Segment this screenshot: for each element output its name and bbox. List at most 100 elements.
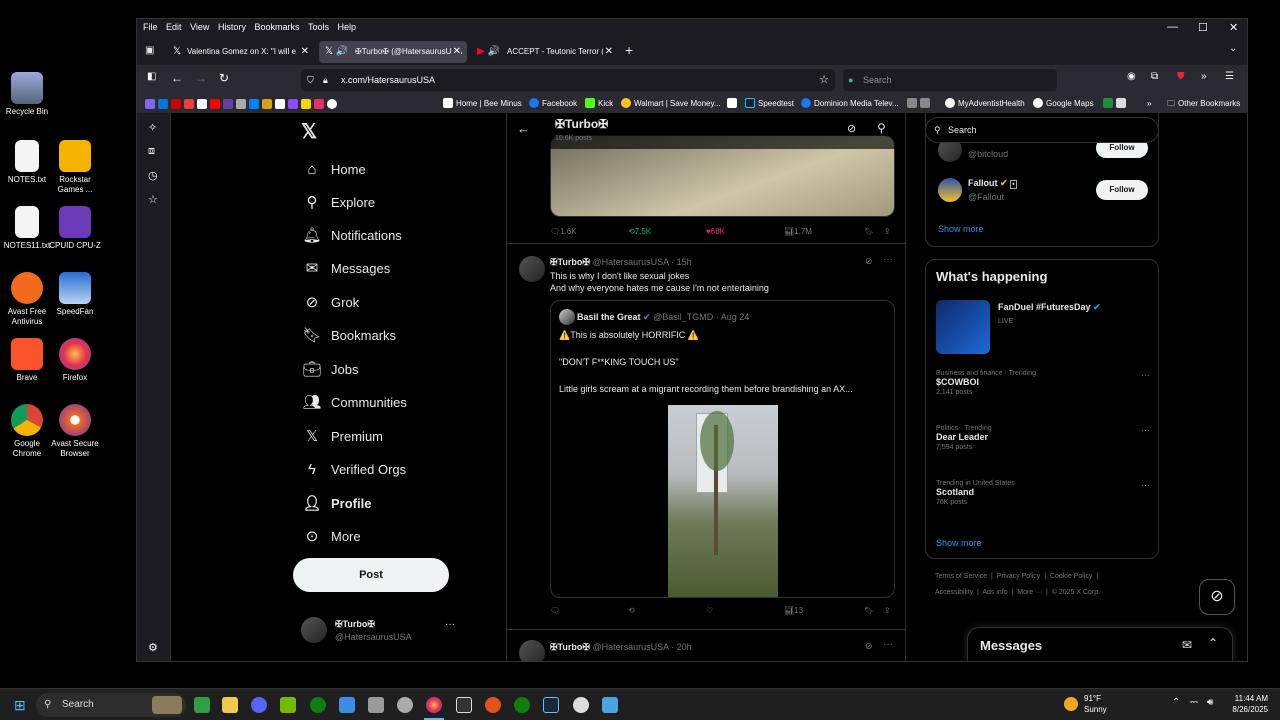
tray-overflow-icon[interactable]: ⌃: [1172, 697, 1180, 708]
xbox-app-icon[interactable]: [514, 697, 530, 713]
nav-profile[interactable]: 👤︎ Profile: [301, 489, 371, 517]
like-button[interactable]: ♡: [706, 606, 713, 615]
notes11-file-shortcut[interactable]: NOTES11.txt: [0, 206, 54, 251]
rocket-app-icon[interactable]: [339, 697, 355, 713]
lock-icon[interactable]: 🔒︎: [323, 69, 328, 91]
bookmark-favicon-icon[interactable]: [327, 99, 337, 109]
back-arrow-icon[interactable]: ←: [517, 121, 530, 136]
menu-help[interactable]: Help: [338, 19, 357, 35]
discord-icon[interactable]: [251, 697, 267, 713]
epic-games-icon[interactable]: [456, 697, 472, 713]
trend-item[interactable]: Trending in United States Scotland 76K p…: [936, 480, 1150, 506]
bookmark-favicon-icon[interactable]: [275, 99, 285, 109]
bookmark-walmart[interactable]: Walmart | Save Money...: [621, 97, 721, 111]
history-icon[interactable]: ◷: [148, 169, 158, 182]
reload-icon[interactable]: ↻: [219, 71, 229, 85]
bookmark-favicon-icon[interactable]: [158, 99, 168, 109]
more-dots-icon[interactable]: ···: [1141, 425, 1150, 435]
clock[interactable]: 11:44 AM 8/26/2025: [1226, 693, 1268, 715]
show-more-link[interactable]: Show more: [936, 538, 982, 548]
show-more-link[interactable]: Show more: [938, 224, 984, 234]
firefox-icon[interactable]: [426, 697, 442, 713]
repost-button[interactable]: ⟲ 7.5K: [628, 227, 651, 236]
share-icon[interactable]: ⇪: [884, 606, 891, 615]
bookmark-favicon-icon[interactable]: [236, 99, 246, 109]
bookmark-favicon-icon[interactable]: [288, 99, 298, 109]
nav-home[interactable]: ⌂ Home: [301, 155, 365, 183]
shield-icon[interactable]: ⛉: [307, 69, 314, 91]
ea-app-icon[interactable]: [485, 697, 501, 713]
footer-link[interactable]: Terms of Service: [935, 573, 987, 580]
nav-messages[interactable]: ✉ Messages: [301, 254, 391, 282]
nav-notifications[interactable]: 🔔︎ Notifications: [301, 221, 401, 249]
menu-bookmarks[interactable]: Bookmarks: [254, 19, 299, 35]
network-icon[interactable]: ⎓: [1190, 697, 1198, 708]
bookmark-google-maps[interactable]: Google Maps: [1033, 97, 1094, 111]
quote-media-video[interactable]: [668, 405, 778, 597]
url-bar[interactable]: ⛉ 🔒︎ x.com/HatersaurusUSA ☆: [301, 69, 835, 91]
footer-link[interactable]: More ···: [1017, 589, 1042, 596]
more-dots-icon[interactable]: ···: [1141, 370, 1150, 380]
footer-link[interactable]: Ads info: [982, 589, 1007, 596]
tab-overview-icon[interactable]: ▣: [145, 45, 154, 56]
like-button[interactable]: ♥ 68K: [706, 227, 725, 236]
desktop-app-icon[interactable]: [602, 697, 618, 713]
bookmark-favicon-icon[interactable]: [249, 99, 259, 109]
extensions-icon[interactable]: ⧉: [1151, 71, 1158, 82]
notes-file-shortcut[interactable]: NOTES.txt: [0, 140, 54, 185]
synced-tabs-icon[interactable]: ⧈: [148, 145, 155, 158]
minimize-icon[interactable]: —: [1167, 21, 1178, 33]
trend-item[interactable]: Business and finance · Trending $COWBOI …: [936, 370, 1150, 396]
weather-widget[interactable]: 91°F Sunny: [1084, 693, 1107, 715]
game-app-icon[interactable]: [368, 697, 384, 713]
windows-start-icon[interactable]: ⊞: [14, 697, 26, 714]
more-dots-icon[interactable]: ···: [883, 639, 893, 650]
reply-button[interactable]: 🗨︎: [550, 606, 560, 615]
grok-icon[interactable]: ⊘: [847, 122, 856, 135]
forward-icon[interactable]: →: [195, 71, 207, 85]
new-message-icon[interactable]: ✉: [1182, 638, 1192, 652]
tab-turbo[interactable]: 𝕏 🔊 ✠Turbo✠ (@HatersaurusUSA ✕: [319, 41, 467, 63]
bookmark-icon-only[interactable]: [727, 97, 740, 111]
featured-title[interactable]: FanDuel #FuturesDay ✔: [998, 302, 1101, 313]
new-tab-icon[interactable]: +: [625, 42, 633, 58]
menu-tools[interactable]: Tools: [308, 19, 329, 35]
bookmark-favicon-icon[interactable]: [262, 99, 272, 109]
menu-file[interactable]: File: [143, 19, 158, 35]
grok-floating-button[interactable]: ⊘: [1199, 579, 1235, 615]
close-tab-icon[interactable]: ✕: [298, 41, 309, 63]
more-dots-icon[interactable]: ···: [445, 619, 455, 630]
footer-link[interactable]: Accessibility: [935, 589, 973, 596]
bookmark-favicon-icon[interactable]: [210, 99, 220, 109]
list-tabs-icon[interactable]: ⌄: [1229, 43, 1237, 54]
bookmark-adventist[interactable]: MyAdventistHealth: [945, 97, 1025, 111]
search-input[interactable]: ● Search: [843, 69, 1057, 91]
futures-day-image[interactable]: [936, 300, 990, 354]
bookmark-facebook[interactable]: Facebook: [529, 97, 577, 111]
bookmark-favicon-icon[interactable]: [184, 99, 194, 109]
nav-jobs[interactable]: 💼︎ Jobs: [301, 355, 358, 383]
bookmark-bee-minus[interactable]: Home | Bee Minus: [443, 97, 522, 111]
messages-drawer[interactable]: Messages ✉ ⌃: [967, 627, 1233, 661]
reply-button[interactable]: 🗨︎ 1.6K: [550, 227, 577, 236]
chrome-shortcut[interactable]: Google Chrome: [0, 404, 54, 459]
tweet[interactable]: ✠Turbo✠ @HatersaurusUSA · 15h ⊘ ··· This…: [507, 244, 905, 624]
footer-link[interactable]: Cookie Policy: [1050, 573, 1092, 580]
bookmarks-overflow-icon[interactable]: »: [1147, 97, 1151, 111]
bookmark-kick[interactable]: Kick: [585, 97, 613, 111]
account-icon[interactable]: ◉: [1127, 71, 1136, 82]
settings-app-icon[interactable]: [397, 697, 413, 713]
footer-link[interactable]: Privacy Policy: [997, 573, 1041, 580]
share-icon[interactable]: ⇪: [884, 227, 891, 236]
cpuz-shortcut[interactable]: CPUID CPU-Z: [48, 206, 102, 251]
post-button[interactable]: Post: [293, 558, 449, 592]
close-tab-icon[interactable]: ✕: [450, 41, 461, 63]
lock-app-icon[interactable]: [194, 697, 210, 713]
grok-icon[interactable]: ⊘: [865, 256, 873, 267]
tab-valentina[interactable]: 𝕏 Valentina Gomez on X: "I will e ✕: [167, 41, 315, 63]
avast-shortcut[interactable]: Avast Free Antivirus: [0, 272, 54, 327]
expand-icon[interactable]: ⌃: [1208, 636, 1218, 650]
nav-bookmarks[interactable]: 🔖︎ Bookmarks: [301, 321, 396, 349]
rockstar-shortcut[interactable]: Rockstar Games ...: [48, 140, 102, 195]
grok-icon[interactable]: ⊘: [865, 641, 873, 652]
